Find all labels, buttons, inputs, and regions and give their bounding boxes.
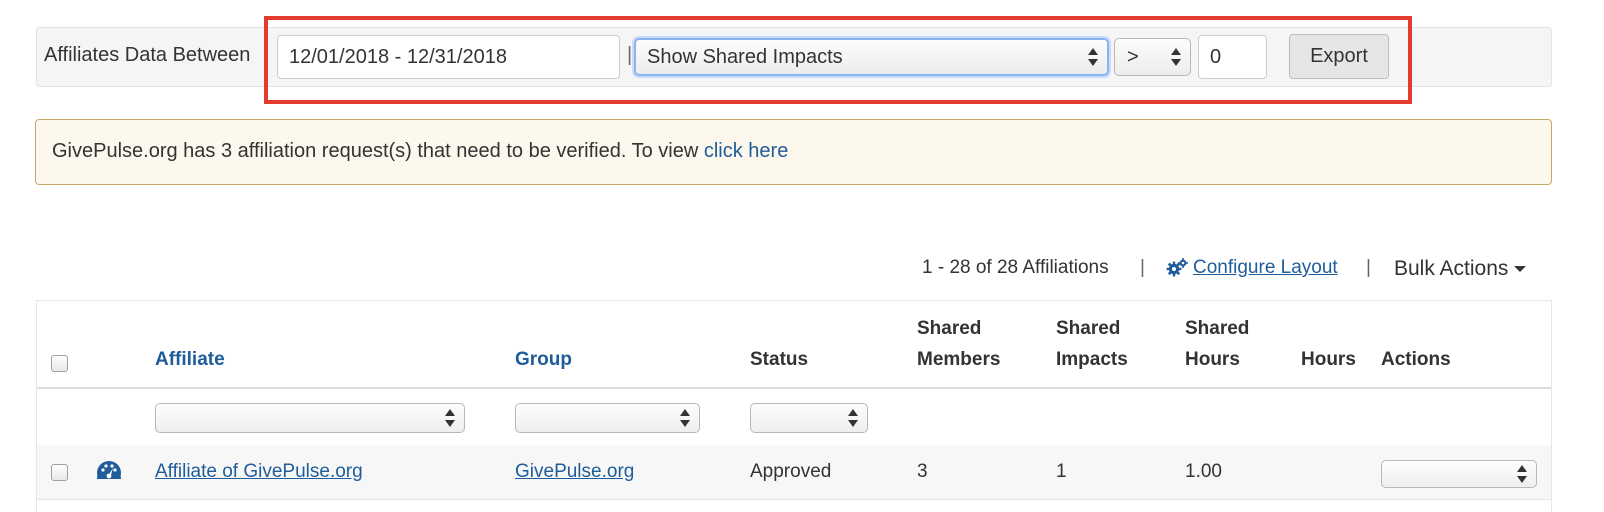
header-actions: Actions [1381, 349, 1451, 370]
gears-icon [1166, 258, 1188, 277]
bulk-actions-dropdown[interactable]: Bulk Actions [1394, 257, 1527, 281]
toolbar-separator: | [1140, 257, 1145, 278]
alert-message: GivePulse.org has 3 affiliation request(… [52, 140, 699, 162]
header-shared-hours: Shared Hours [1185, 313, 1249, 375]
bulk-actions-label: Bulk Actions [1394, 257, 1509, 280]
header-shared-impacts: Shared Impacts [1056, 313, 1128, 375]
header-group[interactable]: Group [515, 344, 572, 375]
table-row: Affiliate of GivePulse.org GivePulse.org… [37, 445, 1551, 499]
operator-select[interactable]: > [1114, 38, 1191, 76]
affiliate-filter-select[interactable] [155, 403, 465, 433]
pagination-summary: 1 - 28 of 28 Affiliations [922, 257, 1109, 278]
shared-impacts-cell: 1 [1056, 461, 1067, 482]
select-arrows-icon [680, 408, 690, 428]
shared-members-cell: 3 [917, 461, 928, 482]
date-range-input[interactable] [277, 35, 620, 79]
affiliate-link[interactable]: Affiliate of GivePulse.org [155, 461, 363, 483]
filter-separator: | [627, 44, 633, 66]
alert-click-here-link[interactable]: click here [704, 140, 788, 162]
header-shared-members: Shared Members [917, 313, 1000, 375]
select-arrows-icon [1088, 47, 1098, 67]
impact-type-select[interactable]: Show Shared Impacts [634, 38, 1109, 76]
row-divider [37, 499, 1551, 500]
header-status: Status [750, 349, 809, 370]
header-affiliate[interactable]: Affiliate [155, 344, 225, 375]
status-cell: Approved [750, 461, 832, 482]
status-filter-select[interactable] [750, 403, 868, 433]
select-all-checkbox[interactable] [51, 355, 68, 372]
configure-layout-link[interactable]: Configure Layout [1166, 257, 1338, 279]
verification-alert: GivePulse.org has 3 affiliation request(… [35, 119, 1552, 185]
select-arrows-icon [1171, 47, 1181, 67]
select-arrows-icon [445, 408, 455, 428]
header-shared-members-line2: Members [917, 349, 1001, 370]
header-shared-impacts-line1: Shared [1056, 318, 1121, 339]
row-actions-select[interactable] [1381, 460, 1537, 488]
group-link[interactable]: GivePulse.org [515, 461, 634, 483]
affiliations-table: Affiliate Group Status Shared Members Sh… [36, 300, 1552, 512]
dashboard-gauge-icon[interactable] [95, 459, 123, 483]
row-checkbox[interactable] [51, 464, 68, 481]
filter-bar: Affiliates Data Between | Show Shared Im… [36, 27, 1552, 87]
export-button[interactable]: Export [1289, 34, 1389, 79]
toolbar-separator: | [1366, 257, 1371, 278]
operator-select-value: > [1127, 46, 1139, 68]
shared-hours-cell: 1.00 [1185, 461, 1222, 482]
configure-layout-label: Configure Layout [1193, 257, 1338, 278]
impact-type-select-value: Show Shared Impacts [647, 46, 843, 68]
group-filter-select[interactable] [515, 403, 700, 433]
threshold-input[interactable] [1198, 35, 1267, 79]
header-hours: Hours [1301, 349, 1356, 370]
filter-label: Affiliates Data Between [44, 44, 251, 66]
header-shared-hours-line2: Hours [1185, 349, 1240, 370]
header-shared-impacts-line2: Impacts [1056, 349, 1128, 370]
header-shared-members-line1: Shared [917, 318, 982, 339]
select-arrows-icon [848, 408, 858, 428]
header-divider [37, 387, 1551, 389]
header-shared-hours-line1: Shared [1185, 318, 1250, 339]
caret-down-icon [1514, 266, 1527, 273]
select-arrows-icon [1517, 464, 1527, 484]
